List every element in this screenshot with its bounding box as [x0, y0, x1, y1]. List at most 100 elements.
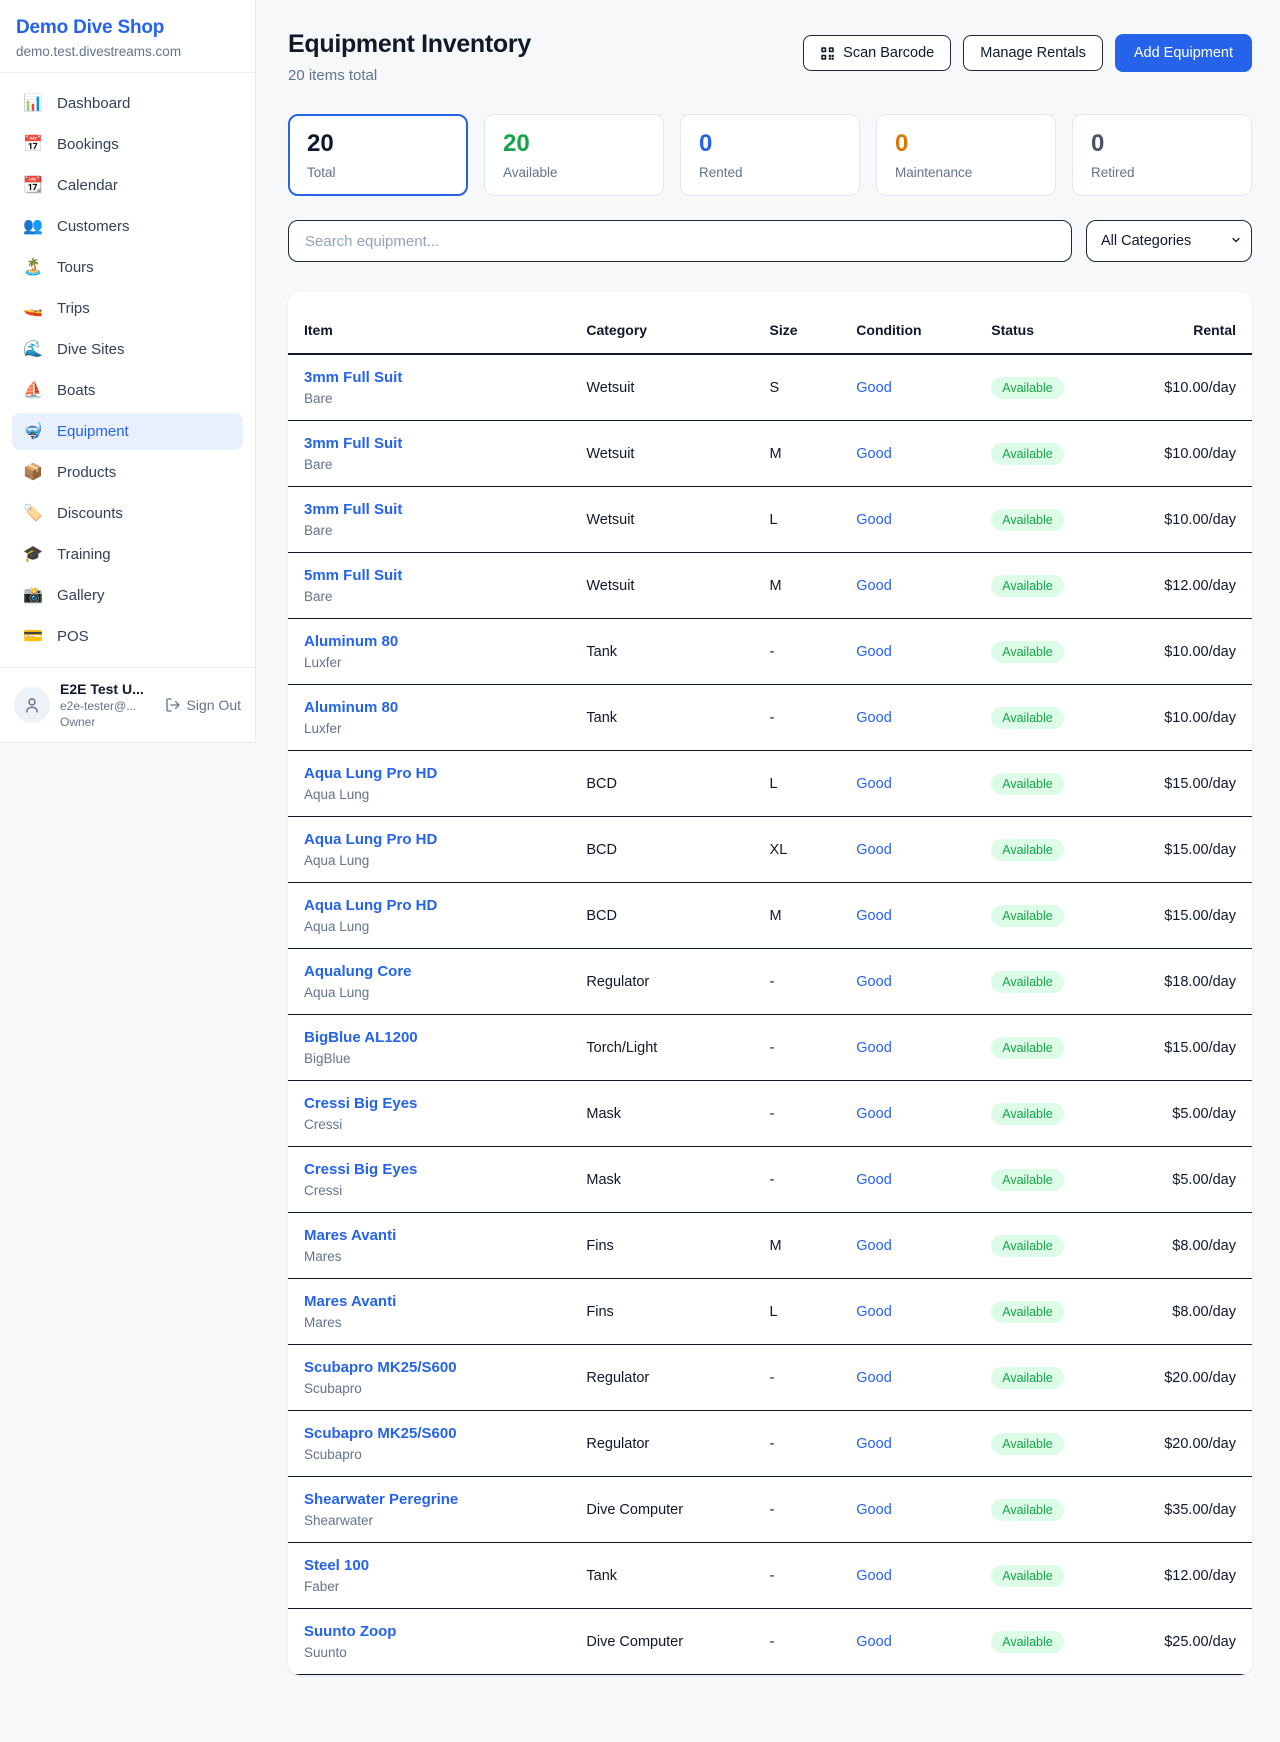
item-name-link[interactable]: BigBlue AL1200 [304, 1029, 558, 1046]
status-badge: Available [991, 1367, 1064, 1389]
sidebar-nav-item[interactable]: 📸 Gallery [12, 577, 243, 614]
sidebar-nav-item[interactable]: 🏷️ Discounts [12, 495, 243, 532]
item-size: XL [756, 817, 843, 883]
item-condition-link[interactable]: Good [856, 1370, 891, 1386]
search-input[interactable] [288, 220, 1072, 262]
stat-card[interactable]: 20 Available [484, 114, 664, 196]
item-name-link[interactable]: Aqua Lung Pro HD [304, 765, 558, 782]
table-row: BigBlue AL1200 BigBlue Torch/Light - Goo… [288, 1015, 1252, 1081]
sidebar-nav-item[interactable]: 📊 Dashboard [12, 85, 243, 122]
user-name: E2E Test U... [60, 681, 155, 697]
add-equipment-button[interactable]: Add Equipment [1115, 34, 1252, 72]
manage-rentals-button[interactable]: Manage Rentals [963, 35, 1103, 71]
item-condition-link[interactable]: Good [856, 1106, 891, 1122]
stat-card[interactable]: 0 Rented [680, 114, 860, 196]
item-condition-link[interactable]: Good [856, 1304, 891, 1320]
item-name-link[interactable]: Cressi Big Eyes [304, 1161, 558, 1178]
item-name-link[interactable]: Cressi Big Eyes [304, 1095, 558, 1112]
item-name-link[interactable]: Steel 100 [304, 1557, 558, 1574]
item-condition-link[interactable]: Good [856, 380, 891, 396]
item-condition-link[interactable]: Good [856, 842, 891, 858]
equipment-table: Item Category Size Condition Status Rent… [288, 292, 1252, 1675]
status-badge: Available [991, 1499, 1064, 1521]
item-size: - [756, 1147, 843, 1213]
person-icon [23, 696, 41, 714]
item-condition-link[interactable]: Good [856, 644, 891, 660]
table-row: Aluminum 80 Luxfer Tank - Good Available… [288, 619, 1252, 685]
item-name-link[interactable]: Scubapro MK25/S600 [304, 1425, 558, 1442]
sidebar-nav-item[interactable]: 📅 Bookings [12, 126, 243, 163]
sidebar-nav-item[interactable]: 🌊 Dive Sites [12, 331, 243, 368]
equipment-table-card: Item Category Size Condition Status Rent… [288, 292, 1252, 1675]
stat-card[interactable]: 20 Total [288, 114, 468, 196]
sidebar-nav-item[interactable]: 💳 POS [12, 618, 243, 655]
item-name-link[interactable]: 3mm Full Suit [304, 369, 558, 386]
item-category: BCD [572, 751, 755, 817]
table-row: Scubapro MK25/S600 Scubapro Regulator - … [288, 1345, 1252, 1411]
sidebar-nav-item[interactable]: 📦 Products [12, 454, 243, 491]
item-condition-link[interactable]: Good [856, 1172, 891, 1188]
sidebar-nav-item[interactable]: 🤿 Equipment [12, 413, 243, 450]
item-name-link[interactable]: 3mm Full Suit [304, 435, 558, 452]
status-badge: Available [991, 1235, 1064, 1257]
item-name-link[interactable]: Suunto Zoop [304, 1623, 558, 1640]
sidebar-nav-item[interactable]: 🚤 Trips [12, 290, 243, 327]
category-select[interactable]: All Categories [1086, 220, 1252, 262]
stat-value: 0 [699, 130, 841, 158]
user-role: Owner [60, 715, 155, 729]
sidebar-nav-item[interactable]: ⛵ Boats [12, 372, 243, 409]
sign-out-button[interactable]: Sign Out [165, 697, 241, 713]
item-condition-link[interactable]: Good [856, 710, 891, 726]
item-size: - [756, 1345, 843, 1411]
item-size: S [756, 354, 843, 421]
item-category: BCD [572, 883, 755, 949]
item-category: Tank [572, 1543, 755, 1609]
scan-barcode-button[interactable]: Scan Barcode [803, 35, 951, 71]
item-brand: BigBlue [304, 1051, 558, 1066]
item-condition-link[interactable]: Good [856, 1568, 891, 1584]
table-row: Steel 100 Faber Tank - Good Available $1… [288, 1543, 1252, 1609]
item-condition-link[interactable]: Good [856, 908, 891, 924]
item-name-link[interactable]: Mares Avanti [304, 1227, 558, 1244]
item-condition-link[interactable]: Good [856, 578, 891, 594]
table-row: Scubapro MK25/S600 Scubapro Regulator - … [288, 1411, 1252, 1477]
item-condition-link[interactable]: Good [856, 1436, 891, 1452]
item-name-link[interactable]: Shearwater Peregrine [304, 1491, 558, 1508]
item-size: - [756, 1477, 843, 1543]
item-name-link[interactable]: Aluminum 80 [304, 699, 558, 716]
item-condition-link[interactable]: Good [856, 1634, 891, 1650]
table-row: 3mm Full Suit Bare Wetsuit M Good Availa… [288, 421, 1252, 487]
item-condition-link[interactable]: Good [856, 1040, 891, 1056]
item-condition-link[interactable]: Good [856, 974, 891, 990]
sidebar-nav-item-label: Discounts [57, 505, 123, 522]
user-meta: E2E Test U... e2e-tester@... Owner [60, 681, 155, 729]
sidebar-nav-item-label: Equipment [57, 423, 129, 440]
sidebar-nav-item[interactable]: 👥 Customers [12, 208, 243, 245]
item-name-link[interactable]: 3mm Full Suit [304, 501, 558, 518]
table-row: Aqua Lung Pro HD Aqua Lung BCD M Good Av… [288, 883, 1252, 949]
item-size: - [756, 619, 843, 685]
item-condition-link[interactable]: Good [856, 512, 891, 528]
item-name-link[interactable]: 5mm Full Suit [304, 567, 558, 584]
item-name-link[interactable]: Aqua Lung Pro HD [304, 831, 558, 848]
item-name-link[interactable]: Aqualung Core [304, 963, 558, 980]
sidebar-nav-item[interactable]: 🏝️ Tours [12, 249, 243, 286]
stat-card[interactable]: 0 Retired [1072, 114, 1252, 196]
sidebar-nav-item[interactable]: 📆 Calendar [12, 167, 243, 204]
sidebar-nav-item[interactable]: 🎓 Training [12, 536, 243, 573]
item-brand: Aqua Lung [304, 985, 558, 1000]
item-name-link[interactable]: Scubapro MK25/S600 [304, 1359, 558, 1376]
item-name-link[interactable]: Mares Avanti [304, 1293, 558, 1310]
item-name-link[interactable]: Aqua Lung Pro HD [304, 897, 558, 914]
sidebar-nav-item-label: Customers [57, 218, 130, 235]
item-condition-link[interactable]: Good [856, 1238, 891, 1254]
item-category: Mask [572, 1081, 755, 1147]
sign-out-icon [165, 697, 181, 713]
item-size: - [756, 1081, 843, 1147]
item-condition-link[interactable]: Good [856, 776, 891, 792]
item-name-link[interactable]: Aluminum 80 [304, 633, 558, 650]
stat-card[interactable]: 0 Maintenance [876, 114, 1056, 196]
item-condition-link[interactable]: Good [856, 446, 891, 462]
item-condition-link[interactable]: Good [856, 1502, 891, 1518]
status-badge: Available [991, 575, 1064, 597]
